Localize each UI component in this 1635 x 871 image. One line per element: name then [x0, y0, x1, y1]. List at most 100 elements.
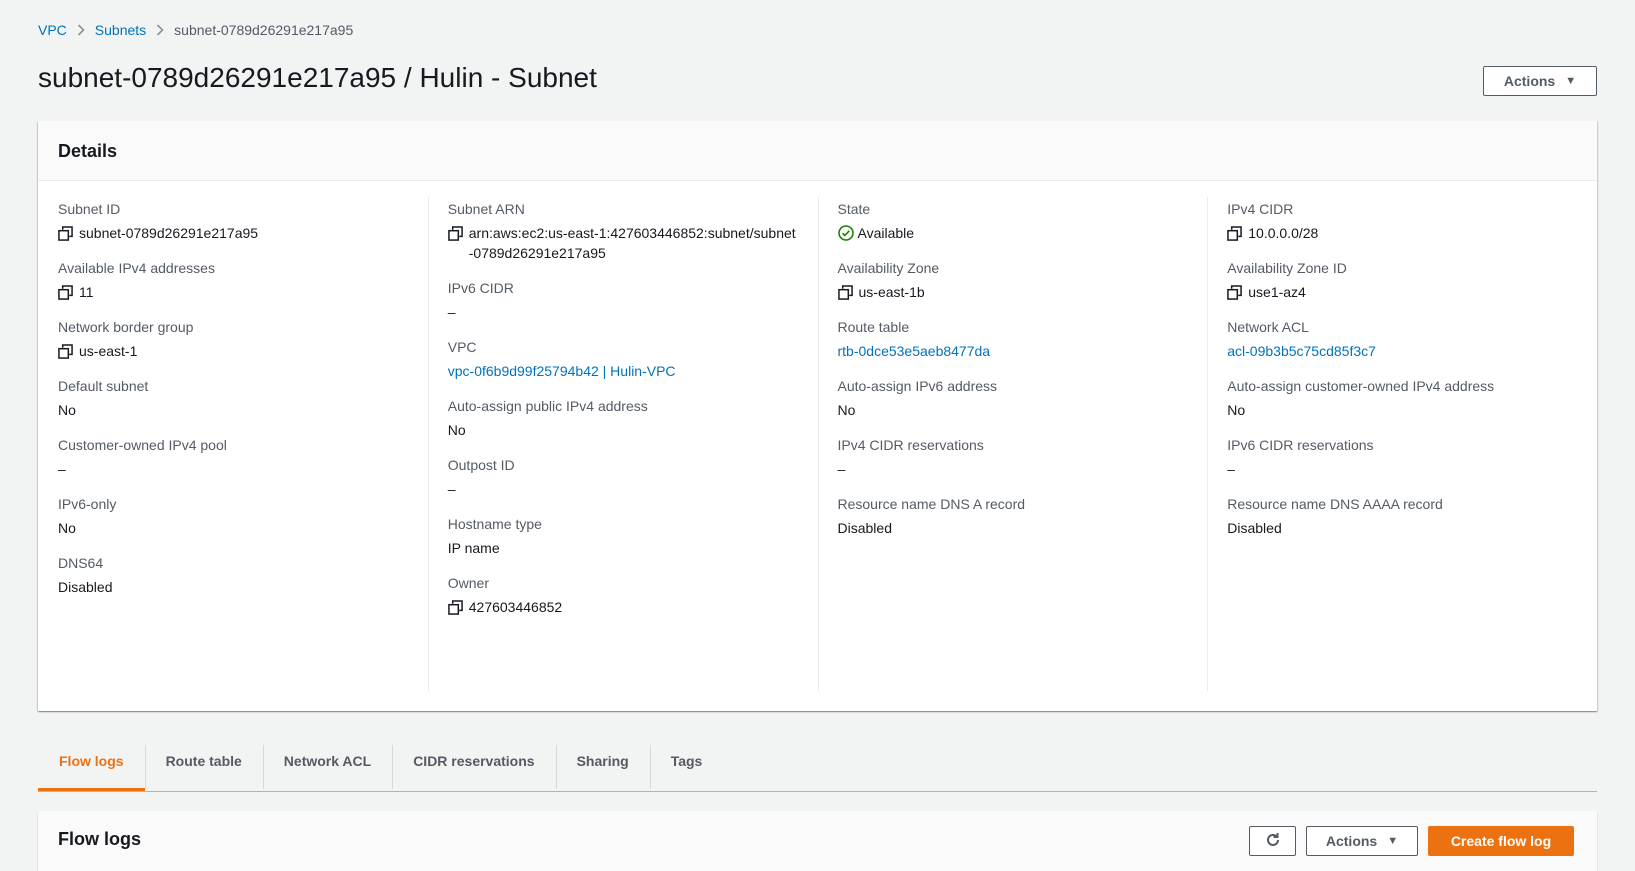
- field-value-text: No: [837, 402, 856, 418]
- breadcrumb: VPC Subnets subnet-0789d26291e217a95: [38, 22, 353, 38]
- field-value: No: [58, 400, 408, 420]
- page-title: subnet-0789d26291e217a95 / Hulin - Subne…: [38, 62, 597, 93]
- field-label: Auto-assign IPv6 address: [837, 378, 998, 394]
- field-resource-name-dns-aaaa-record: Resource name DNS AAAA record Disabled: [1227, 496, 1577, 538]
- field-label: Outpost ID: [447, 457, 515, 473]
- field-available-ipv4-addresses: Available IPv4 addresses 11: [58, 260, 408, 302]
- field-label: Resource name DNS AAAA record: [1227, 496, 1443, 512]
- field-value: subnet-0789d26291e217a95: [58, 223, 408, 243]
- field-label: Subnet ARN: [447, 201, 525, 217]
- field-value-text: 11: [79, 284, 94, 300]
- field-dns64: DNS64 Disabled: [58, 555, 408, 597]
- field-value-text: arn:aws:ec2:us-east-1:427603446852:subne…: [468, 225, 796, 261]
- field-value: use1-az4: [1227, 282, 1577, 302]
- breadcrumb-link-subnets[interactable]: Subnets: [95, 22, 146, 38]
- field-value-text: 10.0.0.0/28: [1248, 225, 1319, 241]
- field-label: IPv6 CIDR reservations: [1227, 437, 1374, 453]
- field-value: arn:aws:ec2:us-east-1:427603446852:subne…: [447, 223, 798, 263]
- field-value-text: use1-az4: [1248, 284, 1306, 300]
- field-value-text: –: [58, 461, 66, 477]
- actions-button[interactable]: Actions ▼: [1483, 66, 1597, 96]
- field-value: No: [58, 518, 408, 538]
- field-default-subnet: Default subnet No: [58, 378, 408, 420]
- field-route-table: Route table rtb-0dce53e5aeb8477da: [838, 319, 1188, 361]
- field-network-acl: Network ACL acl-09b3b5c75cd85f3c7: [1227, 319, 1577, 361]
- field-value: –: [448, 302, 798, 322]
- copy-icon[interactable]: [447, 600, 463, 615]
- copy-icon[interactable]: [1227, 285, 1243, 300]
- field-value-text: No: [447, 422, 466, 438]
- copy-icon[interactable]: [58, 344, 73, 359]
- field-hostname-type: Hostname type IP name: [448, 516, 798, 558]
- tab-network-acl[interactable]: Network ACL: [262, 745, 392, 789]
- field-subnet-arn: Subnet ARN arn:aws:ec2:us-east-1:42760344…: [448, 201, 798, 263]
- chevron-right-icon: [67, 24, 95, 36]
- field-value-text: –: [837, 461, 846, 477]
- field-auto-assign-customer-owned-ipv4-address: Auto-assign customer-owned IPv4 address N…: [1227, 378, 1577, 420]
- field-value-text: Available: [857, 225, 915, 241]
- field-auto-assign-ipv6-address: Auto-assign IPv6 address No: [838, 378, 1188, 420]
- tab-route-table[interactable]: Route table: [144, 745, 263, 789]
- breadcrumb-link-vpc[interactable]: VPC: [38, 22, 67, 38]
- field-value: 427603446852: [447, 597, 798, 617]
- copy-icon[interactable]: [447, 226, 463, 241]
- chevron-right-icon: [146, 24, 174, 36]
- field-network-border-group: Network border group us-east-1: [58, 319, 408, 361]
- field-value: –: [448, 479, 798, 499]
- field-label: IPv4 CIDR reservations: [837, 437, 984, 453]
- refresh-icon: [1265, 832, 1281, 851]
- field-value: No: [448, 420, 798, 440]
- flow-logs-actions-button[interactable]: Actions ▼: [1306, 826, 1418, 856]
- copy-icon[interactable]: [58, 285, 73, 300]
- field-label: Customer-owned IPv4 pool: [58, 437, 227, 453]
- field-outpost-id: Outpost ID –: [448, 457, 798, 499]
- field-auto-assign-public-ipv4-address: Auto-assign public IPv4 address No: [448, 398, 798, 440]
- details-heading: Details: [38, 121, 1597, 181]
- field-value: Disabled: [58, 577, 408, 597]
- field-value: IP name: [448, 538, 798, 558]
- field-value: vpc-0f6b9d99f25794b42 | Hulin-VPC: [448, 361, 798, 381]
- tab-sharing[interactable]: Sharing: [555, 745, 650, 789]
- field-value-link[interactable]: vpc-0f6b9d99f25794b42 | Hulin-VPC: [448, 361, 676, 381]
- field-ipv6-only: IPv6-only No: [58, 496, 408, 538]
- caret-down-icon: ▼: [1565, 75, 1577, 87]
- status-success-icon: [837, 225, 854, 241]
- copy-icon[interactable]: [58, 226, 73, 241]
- field-ipv6-cidr: IPv6 CIDR –: [448, 280, 798, 322]
- details-column: Subnet ID subnet-0789d26291e217a95 Availab…: [38, 181, 428, 711]
- field-value-text: subnet-0789d26291e217a95: [79, 225, 259, 241]
- field-value-text: IP name: [447, 540, 500, 556]
- field-label: Subnet ID: [58, 201, 121, 217]
- field-label: Network border group: [58, 319, 194, 335]
- tab-tags[interactable]: Tags: [649, 745, 724, 789]
- field-value: –: [58, 459, 408, 479]
- tab-bar: Flow logs Route table Network ACL CIDR rese…: [38, 745, 1597, 792]
- field-label: IPv4 CIDR: [1227, 201, 1294, 217]
- tab-cidr-reservations[interactable]: CIDR reservations: [392, 745, 555, 789]
- field-value-text: Disabled: [1227, 520, 1282, 536]
- field-label: Auto-assign public IPv4 address: [447, 398, 648, 414]
- field-value-link[interactable]: rtb-0dce53e5aeb8477da: [838, 341, 991, 361]
- field-value: 10.0.0.0/28: [1227, 223, 1577, 243]
- field-label: Availability Zone: [837, 260, 940, 276]
- field-value: us-east-1: [58, 341, 408, 361]
- field-label: Route table: [837, 319, 910, 335]
- field-value-text: us-east-1b: [858, 284, 925, 300]
- tab-flow-logs[interactable]: Flow logs: [38, 745, 145, 791]
- field-vpc: VPC vpc-0f6b9d99f25794b42 | Hulin-VPC: [448, 339, 798, 381]
- actions-button-label: Actions: [1503, 73, 1556, 89]
- copy-icon[interactable]: [837, 285, 853, 300]
- create-flow-log-button[interactable]: Create flow log: [1428, 826, 1574, 856]
- copy-icon[interactable]: [1227, 226, 1243, 241]
- field-customer-owned-ipv4-pool: Customer-owned IPv4 pool –: [58, 437, 408, 479]
- refresh-button[interactable]: [1249, 826, 1296, 856]
- field-ipv4-cidr-reservations: IPv4 CIDR reservations –: [838, 437, 1188, 479]
- field-resource-name-dns-a-record: Resource name DNS A record Disabled: [838, 496, 1188, 538]
- field-value-text: No: [58, 402, 76, 418]
- field-value-link[interactable]: acl-09b3b5c75cd85f3c7: [1227, 341, 1376, 361]
- field-label: Auto-assign customer-owned IPv4 address: [1227, 378, 1495, 394]
- field-label: Default subnet: [58, 378, 149, 394]
- field-owner: Owner 427603446852: [448, 575, 798, 617]
- flow-logs-heading: Flow logs: [58, 829, 141, 849]
- field-label: Owner: [447, 575, 489, 591]
